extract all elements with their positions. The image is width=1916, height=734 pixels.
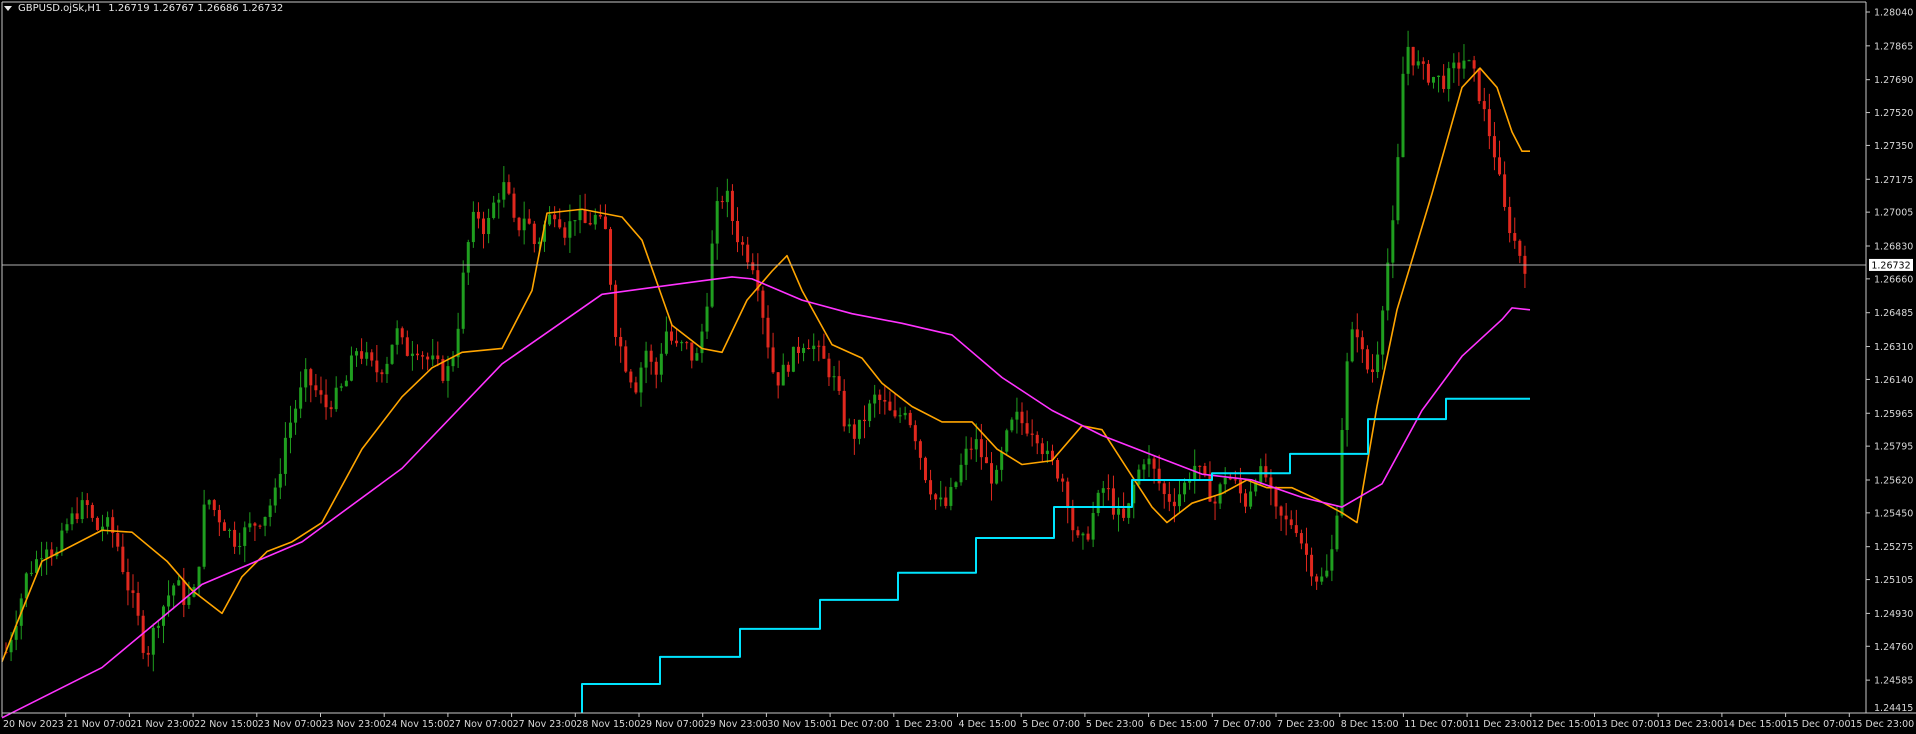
price-tick-label: 1.24415 bbox=[1874, 703, 1913, 714]
time-tick-label: 21 Nov 07:00 bbox=[67, 719, 131, 730]
candle bbox=[1340, 417, 1344, 518]
time-tick-label: 23 Nov 23:00 bbox=[322, 719, 386, 730]
candle bbox=[614, 280, 618, 346]
chart-background bbox=[0, 0, 1916, 734]
time-tick-label: 5 Dec 23:00 bbox=[1086, 719, 1144, 730]
price-tick-label: 1.24930 bbox=[1874, 609, 1913, 620]
price-tick-label: 1.26830 bbox=[1874, 241, 1913, 252]
price-tick-label: 1.26310 bbox=[1874, 342, 1913, 353]
time-tick-label: 7 Dec 07:00 bbox=[1213, 719, 1271, 730]
price-tick-label: 1.25965 bbox=[1874, 409, 1913, 420]
time-tick-label: 27 Nov 23:00 bbox=[513, 719, 577, 730]
price-tick-label: 1.26660 bbox=[1874, 274, 1913, 285]
price-tick-label: 1.28040 bbox=[1874, 8, 1913, 19]
price-tick-label: 1.24760 bbox=[1874, 642, 1913, 653]
time-tick-label: 8 Dec 15:00 bbox=[1341, 719, 1399, 730]
candle bbox=[923, 456, 927, 483]
candle bbox=[609, 226, 613, 291]
time-tick-label: 28 Nov 15:00 bbox=[576, 719, 640, 730]
time-tick-label: 7 Dec 23:00 bbox=[1277, 719, 1335, 730]
chart-header: GBPUSD.ojSk,H1 1.26719 1.26767 1.26686 1… bbox=[4, 3, 283, 14]
price-tick-label: 1.27175 bbox=[1874, 175, 1913, 186]
time-tick-label: 15 Dec 23:00 bbox=[1850, 719, 1914, 730]
time-tick-label: 27 Nov 07:00 bbox=[449, 719, 513, 730]
price-tick-label: 1.27350 bbox=[1874, 141, 1913, 152]
time-tick-label: 5 Dec 07:00 bbox=[1022, 719, 1080, 730]
time-tick-label: 1 Dec 23:00 bbox=[895, 719, 953, 730]
time-tick-label: 6 Dec 15:00 bbox=[1150, 719, 1208, 730]
time-tick-label: 29 Nov 23:00 bbox=[704, 719, 768, 730]
price-tick-label: 1.24585 bbox=[1874, 676, 1913, 687]
time-tick-label: 4 Dec 15:00 bbox=[959, 719, 1017, 730]
price-tick-label: 1.27520 bbox=[1874, 108, 1913, 119]
candle bbox=[1096, 489, 1100, 517]
time-tick-label: 11 Dec 23:00 bbox=[1468, 719, 1532, 730]
price-tick-label: 1.26485 bbox=[1874, 308, 1913, 319]
time-tick-label: 12 Dec 15:00 bbox=[1532, 719, 1596, 730]
time-tick-label: 24 Nov 15:00 bbox=[385, 719, 449, 730]
price-tick-label: 1.27005 bbox=[1874, 208, 1913, 219]
price-tick-label: 1.25795 bbox=[1874, 442, 1913, 453]
time-tick-label: 13 Dec 23:00 bbox=[1659, 719, 1723, 730]
time-tick-label: 11 Dec 07:00 bbox=[1404, 719, 1468, 730]
candle bbox=[791, 346, 795, 373]
price-tick-label: 1.25620 bbox=[1874, 475, 1913, 486]
svg-text:1.26732: 1.26732 bbox=[1871, 260, 1910, 271]
price-tick-label: 1.25275 bbox=[1874, 542, 1913, 553]
price-tick-label: 1.25450 bbox=[1874, 508, 1913, 519]
candle bbox=[1005, 428, 1009, 456]
candle bbox=[95, 516, 99, 531]
price-tick-label: 1.27865 bbox=[1874, 41, 1913, 52]
candle bbox=[390, 344, 394, 365]
chart-window[interactable]: 1.28040 1.27865 1.27690 1.27520 1.27350 1.271… bbox=[0, 0, 1916, 734]
time-tick-label: 22 Nov 15:00 bbox=[194, 719, 258, 730]
candle bbox=[1477, 68, 1481, 105]
time-tick-label: 21 Nov 23:00 bbox=[130, 719, 194, 730]
symbol-timeframe: GBPUSD.ojSk,H1 bbox=[18, 3, 102, 14]
time-tick-label: 29 Nov 07:00 bbox=[640, 719, 704, 730]
time-tick-label: 14 Dec 15:00 bbox=[1723, 719, 1787, 730]
time-tick-label: 23 Nov 07:00 bbox=[258, 719, 322, 730]
price-tick-label: 1.25105 bbox=[1874, 575, 1913, 586]
candle bbox=[1365, 345, 1369, 374]
time-tick-label: 1 Dec 07:00 bbox=[831, 719, 889, 730]
current-price-label: 1.26732 bbox=[1869, 258, 1913, 271]
price-chart[interactable]: 1.28040 1.27865 1.27690 1.27520 1.27350 1.271… bbox=[0, 0, 1916, 734]
time-tick-label: 20 Nov 2023 bbox=[3, 719, 64, 730]
candle bbox=[1056, 457, 1060, 482]
time-tick-label: 30 Nov 15:00 bbox=[767, 719, 831, 730]
chart-menu-icon[interactable] bbox=[4, 6, 12, 11]
time-tick-label: 15 Dec 07:00 bbox=[1787, 719, 1851, 730]
price-tick-label: 1.26140 bbox=[1874, 375, 1913, 386]
time-tick-label: 13 Dec 07:00 bbox=[1596, 719, 1660, 730]
price-tick-label: 1.27690 bbox=[1874, 75, 1913, 86]
candle bbox=[441, 355, 445, 384]
ohlc-values: 1.26719 1.26767 1.26686 1.26732 bbox=[108, 3, 284, 14]
